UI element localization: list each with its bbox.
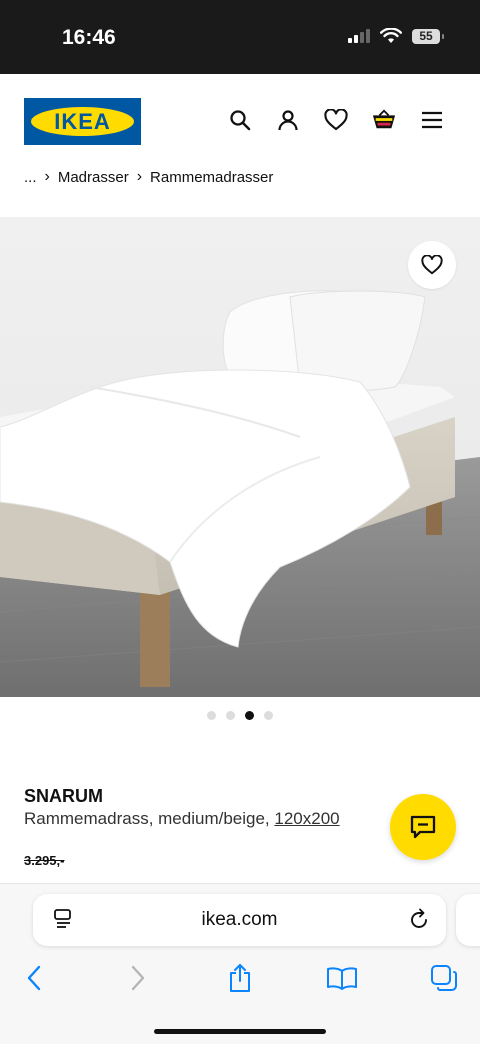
breadcrumb-ellipsis[interactable]: ... (24, 169, 37, 186)
status-time: 16:46 (62, 26, 116, 49)
chevron-right-icon: › (44, 168, 50, 185)
signal-icon (348, 29, 370, 43)
gallery-dot-active[interactable] (245, 711, 254, 720)
gallery-dot[interactable] (207, 711, 216, 720)
product-name: SNARUM (24, 786, 103, 806)
tabs-button[interactable] (428, 962, 460, 994)
product-size-link[interactable]: 120x200 (274, 809, 339, 828)
battery-indicator: 55 (412, 28, 444, 44)
ikea-logo[interactable]: IKEA (24, 98, 141, 145)
browser-chrome: ikea.com (0, 884, 480, 1044)
basket-icon[interactable] (372, 108, 396, 132)
chat-button[interactable] (390, 794, 456, 860)
reload-icon[interactable] (408, 907, 430, 936)
product-image[interactable] (0, 217, 480, 697)
site-header: IKEA (0, 74, 480, 170)
address-bar[interactable]: ikea.com (33, 894, 446, 946)
product-description: Rammemadrass, medium/beige, 120x200 (24, 809, 340, 829)
heart-icon (421, 255, 443, 275)
wishlist-icon[interactable] (324, 108, 348, 132)
book-icon (327, 967, 357, 990)
tabs-icon (431, 965, 457, 991)
back-button[interactable] (18, 962, 50, 994)
share-button[interactable] (224, 962, 256, 994)
chevron-right-icon: › (136, 168, 143, 185)
gallery-dot[interactable] (226, 711, 235, 720)
menu-icon[interactable] (420, 108, 444, 132)
status-bar: 16:46 55 (0, 0, 480, 74)
forward-button[interactable] (122, 962, 154, 994)
breadcrumb: ... › Madrasser › Rammemadrasser (24, 168, 273, 186)
next-tab-preview[interactable] (456, 894, 480, 946)
favorite-button[interactable] (408, 241, 456, 289)
gallery-dot[interactable] (264, 711, 273, 720)
share-icon (230, 964, 250, 992)
browser-toolbar (0, 962, 480, 994)
logo-text: IKEA (31, 107, 134, 136)
search-icon[interactable] (228, 108, 252, 132)
bookmarks-button[interactable] (326, 962, 358, 994)
chat-icon (410, 815, 436, 839)
breadcrumb-item-madrasser[interactable]: Madrasser (58, 169, 129, 186)
home-indicator (154, 1029, 326, 1034)
gallery-pagination (0, 711, 480, 720)
wifi-icon (380, 28, 402, 43)
url-text: ikea.com (201, 909, 278, 930)
product-old-price: 3.295,- (24, 853, 65, 868)
bed-photo (0, 217, 480, 697)
account-icon[interactable] (276, 108, 300, 132)
product-description-text: Rammemadrass, medium/beige, (24, 809, 275, 828)
chevron-left-icon (27, 965, 41, 991)
status-icons: 55 (348, 28, 444, 44)
header-actions (228, 108, 444, 132)
chevron-right-icon (131, 965, 145, 991)
breadcrumb-item-rammemadrasser[interactable]: Rammemadrasser (150, 169, 273, 186)
